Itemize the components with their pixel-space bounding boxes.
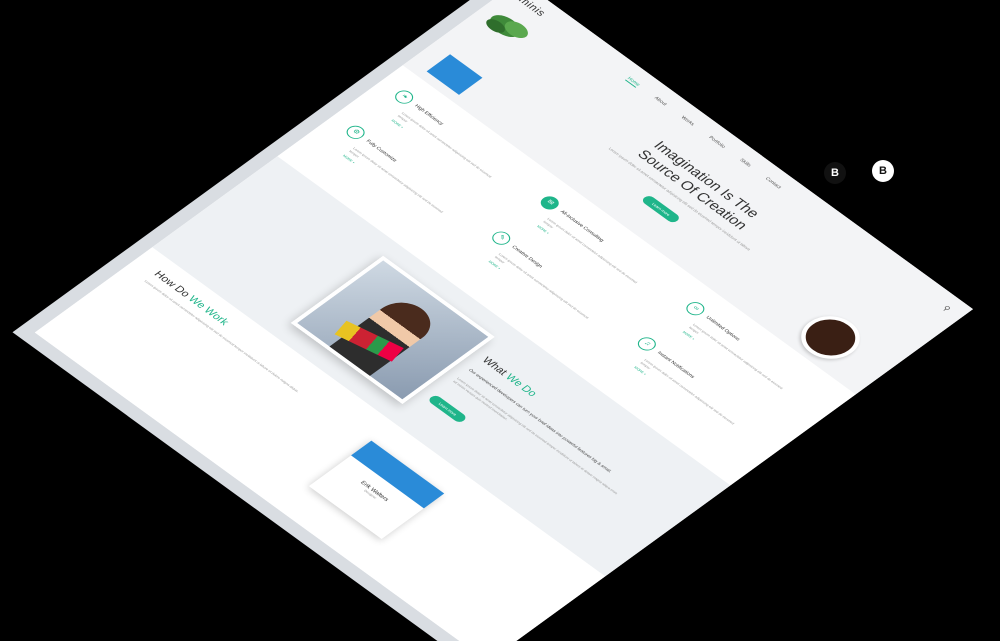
infinity-icon: ∞ xyxy=(682,299,709,318)
what-we-do-title: What We Do xyxy=(479,355,540,399)
what-we-do-text: Lorem ipsum dolor sit amet consectetur a… xyxy=(452,376,619,496)
nav-item-contact[interactable]: Contact xyxy=(763,176,783,190)
page-mockup: minis Home About Works Portfolio Skills … xyxy=(34,0,974,641)
nav-item-portfolio[interactable]: Portfolio xyxy=(706,135,727,150)
search-icon[interactable]: ⚲ xyxy=(941,304,953,313)
nav-item-skills[interactable]: Skills xyxy=(737,158,752,169)
nav-item-about[interactable]: About xyxy=(652,96,668,108)
profile-card[interactable]: Erik Walters Designer xyxy=(308,440,445,540)
what-we-do-learn-more-button[interactable]: Learn more xyxy=(426,394,469,425)
leaf-icon: ❧ xyxy=(391,87,418,107)
nav-item-works[interactable]: Works xyxy=(679,115,695,127)
website-page: minis Home About Works Portfolio Skills … xyxy=(34,0,974,641)
chat-icon: ✉ xyxy=(537,193,563,213)
bootstrap-badge-dark: B xyxy=(824,162,846,184)
bootstrap-badge-light: B xyxy=(872,160,894,182)
profile-card-header xyxy=(351,440,445,509)
nav-item-home[interactable]: Home xyxy=(624,76,642,88)
bell-icon: ♫ xyxy=(634,334,660,354)
settings-icon: ⚙ xyxy=(343,122,369,142)
pen-icon: ✎ xyxy=(488,228,515,248)
mockup-stage: minis Home About Works Portfolio Skills … xyxy=(0,0,1000,641)
